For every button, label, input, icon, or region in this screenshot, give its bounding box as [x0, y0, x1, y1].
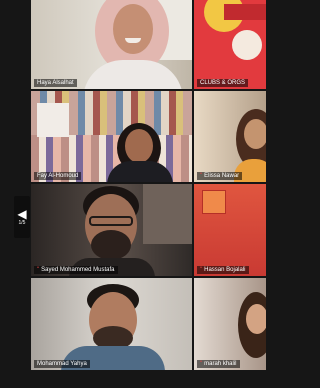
previous-page-button[interactable]: ◀ 1/5 — [14, 196, 30, 238]
participant-name: Haya Alsalhat — [37, 80, 74, 86]
chevron-left-icon: ◀ — [17, 206, 27, 221]
video-tile-fay-al-homoud[interactable]: Fay Al-Homoud — [31, 91, 192, 182]
mic-muted-icon: ʺ — [37, 267, 40, 273]
participant-name: Sayed Mohammed Mustafa — [41, 267, 115, 273]
participant-name: Mohammad Yahya — [37, 361, 87, 367]
mic-muted-icon: ʺ — [200, 267, 203, 273]
video-gallery: Haya Alsalhat CLUBS & ORGS Fay Al-Homoud… — [0, 0, 266, 388]
participant-name-label: ʺ Hassan Bojalali — [197, 266, 249, 274]
eyeglasses — [89, 216, 133, 226]
participant-name-label: CLUBS & ORGS — [197, 79, 249, 87]
video-tile-haya-alsalhat[interactable]: Haya Alsalhat — [31, 0, 192, 89]
participant-face — [244, 119, 266, 149]
participant-name-label: ʺ Elissa Nawar — [197, 172, 243, 180]
participant-beard — [91, 230, 131, 260]
mic-muted-icon: ʺ — [200, 173, 203, 179]
participant-name-label: Fay Al-Homoud — [34, 172, 82, 180]
participant-name: CLUBS & ORGS — [200, 80, 246, 86]
video-tile-mohammad-yahya[interactable]: Mohammad Yahya — [31, 278, 192, 370]
participant-name-label: ʺ Sayed Mohammed Mustafa — [34, 266, 118, 274]
wall-poster — [202, 190, 226, 214]
participant-name: Elissa Nawar — [204, 173, 240, 179]
participant-name: Fay Al-Homoud — [37, 173, 79, 179]
participant-face — [113, 4, 153, 54]
participant-name-label: Haya Alsalhat — [34, 79, 77, 87]
video-tile-clubs-orgs[interactable]: CLUBS & ORGS — [194, 0, 266, 89]
participant-name-label: ʺ marah khalil — [197, 360, 240, 368]
mic-muted-icon: ʺ — [200, 361, 203, 367]
participant-face — [125, 129, 153, 163]
video-tile-elissa-nawar[interactable]: ʺ Elissa Nawar — [194, 91, 266, 182]
video-tile-hassan-bojalali[interactable]: ʺ Hassan Bojalali — [194, 184, 266, 276]
poster-white-sign — [37, 103, 69, 137]
banner-stripe — [224, 4, 266, 20]
wall-light — [143, 184, 192, 244]
participant-face — [246, 304, 266, 334]
white-circle-graphic — [232, 30, 262, 60]
participant-smile — [125, 38, 141, 43]
participant-name: marah khalil — [204, 361, 237, 367]
page-indicator: 1/5 — [18, 219, 26, 226]
video-tile-sayed-mohammed-mustafa[interactable]: ʺ Sayed Mohammed Mustafa — [31, 184, 192, 276]
participant-name: Hassan Bojalali — [204, 267, 246, 273]
video-tile-marah-khalil[interactable]: ʺ marah khalil — [194, 278, 266, 370]
participant-name-label: Mohammad Yahya — [34, 360, 90, 368]
